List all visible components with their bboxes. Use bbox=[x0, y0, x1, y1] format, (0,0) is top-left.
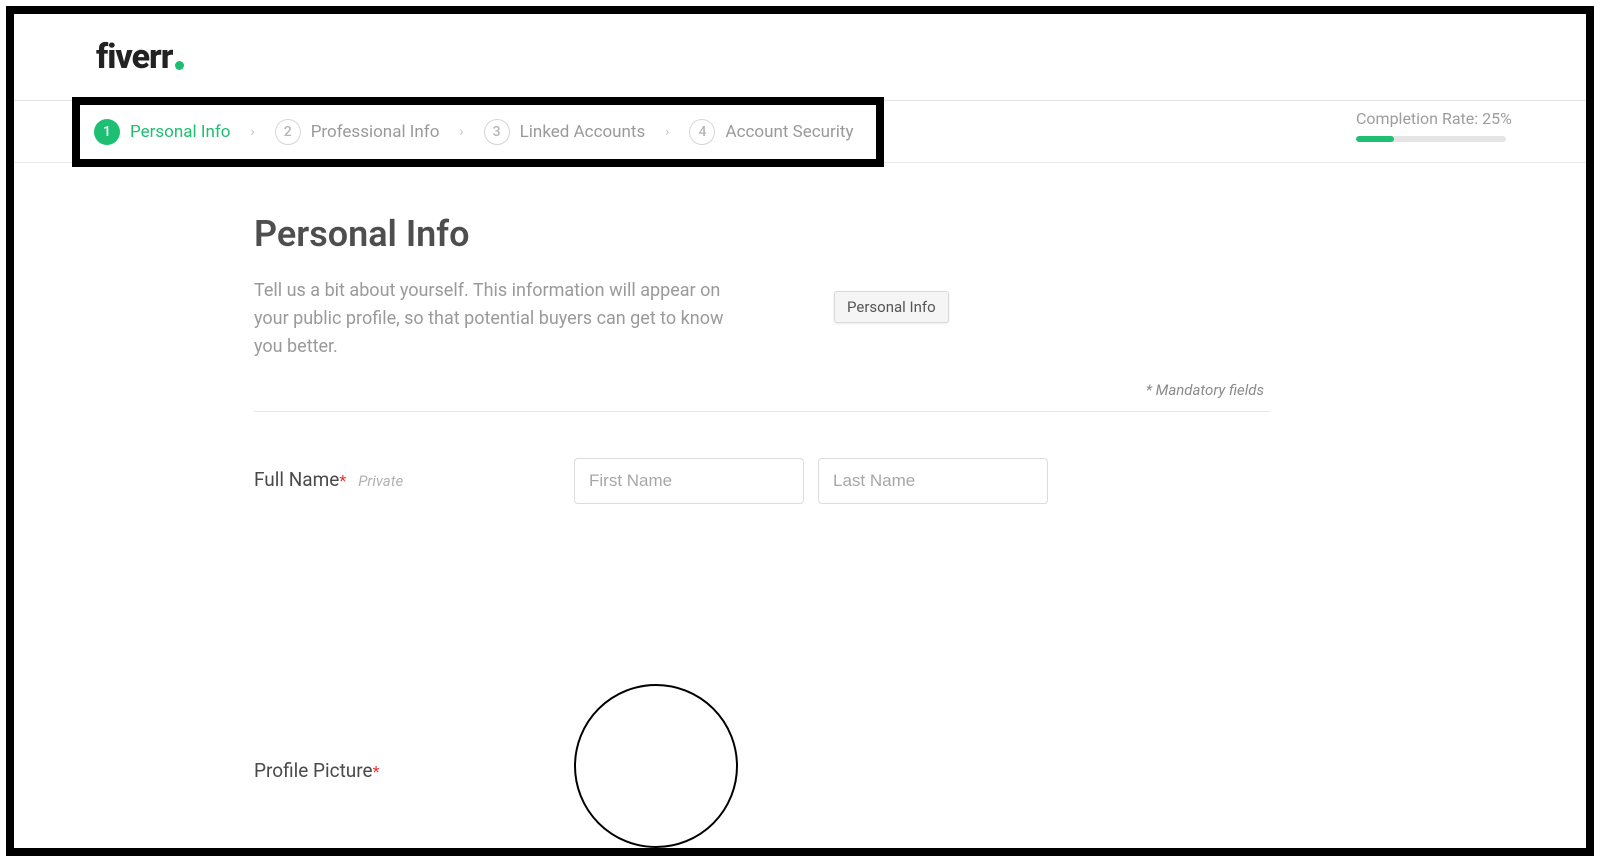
step-label: Professional Info bbox=[311, 122, 440, 142]
step-account-security[interactable]: 4 Account Security bbox=[689, 119, 853, 145]
completion-rate: Completion Rate: 25% bbox=[1356, 109, 1516, 142]
stepper: 1 Personal Info › 2 Professional Info › … bbox=[94, 101, 853, 163]
progress-bar bbox=[1356, 136, 1506, 142]
app-frame: fiverr 1 Personal Info › 2 Professional … bbox=[6, 6, 1594, 856]
page-title: Personal Info bbox=[254, 213, 1274, 255]
brand-dot-icon bbox=[175, 61, 184, 70]
step-number-badge: 3 bbox=[484, 119, 510, 145]
info-chip: Personal Info bbox=[834, 291, 949, 323]
last-name-input[interactable] bbox=[818, 458, 1048, 504]
mandatory-fields-note: * Mandatory fields bbox=[254, 381, 1274, 399]
step-label: Linked Accounts bbox=[520, 122, 646, 142]
brand-logo[interactable]: fiverr bbox=[96, 37, 184, 77]
stepper-bar: 1 Personal Info › 2 Professional Info › … bbox=[14, 101, 1586, 163]
profile-picture-row: Profile Picture* bbox=[254, 684, 1274, 848]
header: fiverr bbox=[14, 14, 1586, 100]
step-linked-accounts[interactable]: 3 Linked Accounts bbox=[484, 119, 646, 145]
full-name-row: Full Name* Private bbox=[254, 458, 1274, 504]
step-personal-info[interactable]: 1 Personal Info bbox=[94, 119, 230, 145]
profile-picture-label: Profile Picture bbox=[254, 759, 373, 782]
private-badge: Private bbox=[358, 472, 403, 490]
step-label: Personal Info bbox=[130, 122, 230, 142]
step-professional-info[interactable]: 2 Professional Info bbox=[275, 119, 440, 145]
required-asterisk: * bbox=[373, 762, 380, 781]
step-number-badge: 4 bbox=[689, 119, 715, 145]
required-asterisk: * bbox=[339, 471, 346, 490]
chevron-right-icon: › bbox=[459, 124, 463, 140]
intro-row: Tell us a bit about yourself. This infor… bbox=[254, 277, 1274, 361]
main-content: Personal Info Tell us a bit about yourse… bbox=[14, 163, 1586, 848]
chevron-right-icon: › bbox=[250, 124, 254, 140]
chevron-right-icon: › bbox=[665, 124, 669, 140]
brand-name: fiverr bbox=[96, 37, 172, 77]
progress-bar-fill bbox=[1356, 136, 1394, 142]
completion-rate-label: Completion Rate: 25% bbox=[1356, 109, 1516, 128]
first-name-input[interactable] bbox=[574, 458, 804, 504]
section-divider bbox=[254, 411, 1270, 412]
intro-text: Tell us a bit about yourself. This infor… bbox=[254, 277, 754, 361]
step-number-badge: 1 bbox=[94, 119, 120, 145]
step-number-badge: 2 bbox=[275, 119, 301, 145]
step-label: Account Security bbox=[725, 122, 853, 142]
profile-picture-upload[interactable] bbox=[574, 684, 738, 848]
full-name-label: Full Name bbox=[254, 468, 339, 491]
